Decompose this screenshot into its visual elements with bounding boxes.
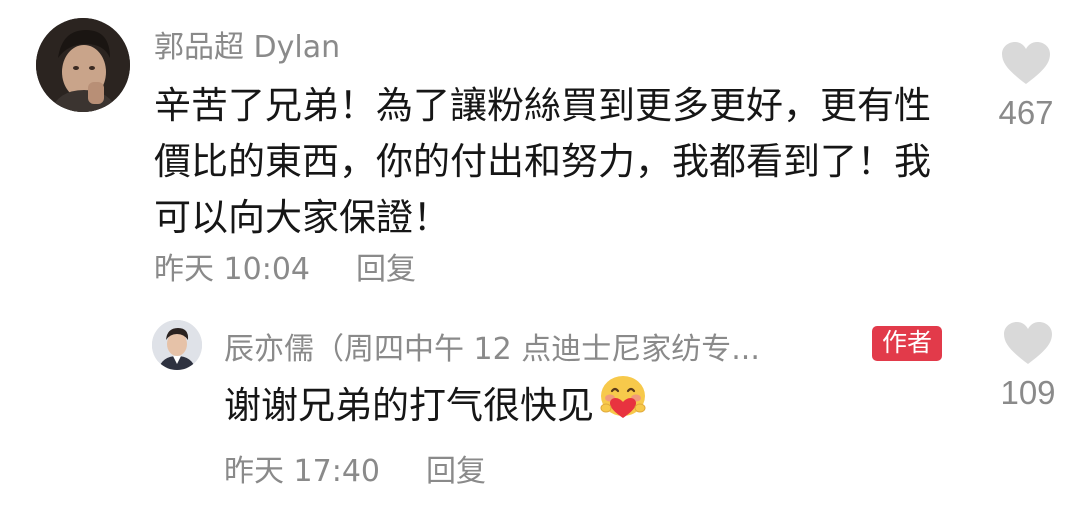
- smiling-face-with-heart-emoji-icon: [598, 374, 648, 436]
- comment-meta: 昨天 10:04 回复: [154, 244, 416, 288]
- comment-author[interactable]: 辰亦儒（周四中午 12 点迪士尼家纺专...: [224, 324, 760, 368]
- comment-author[interactable]: 郭品超 Dylan: [154, 22, 340, 66]
- like-count: 109: [1000, 374, 1056, 411]
- comment-text: 谢谢兄弟的打气很快见: [224, 375, 648, 436]
- like-count: 467: [998, 94, 1054, 131]
- avatar-photo-icon: [36, 18, 130, 112]
- author-badge: 作者: [872, 326, 943, 361]
- comment-timestamp: 昨天 10:04: [154, 252, 310, 287]
- comment-thread: 郭品超 Dylan 辛苦了兄弟！為了讓粉絲買到更多更好，更有性價比的東西，你的付…: [0, 0, 1080, 511]
- heart-icon: [1002, 42, 1050, 84]
- heart-icon: [1004, 322, 1052, 364]
- like-button[interactable]: 467: [986, 40, 1066, 132]
- comment-timestamp: 昨天 17:40: [224, 454, 380, 489]
- reply-item: 辰亦儒（周四中午 12 点迪士尼家纺专... 作者 谢谢兄弟的打气很快见 昨天 …: [152, 318, 1066, 498]
- reply-button[interactable]: 回复: [426, 454, 486, 489]
- comment-item: 郭品超 Dylan 辛苦了兄弟！為了讓粉絲買到更多更好，更有性價比的東西，你的付…: [36, 18, 1066, 298]
- comment-text: 辛苦了兄弟！為了讓粉絲買到更多更好，更有性價比的東西，你的付出和努力，我都看到了…: [154, 84, 931, 239]
- avatar[interactable]: [36, 18, 130, 112]
- reply-button[interactable]: 回复: [356, 252, 416, 287]
- comment-text-content: 谢谢兄弟的打气很快见: [224, 384, 594, 427]
- avatar[interactable]: [152, 320, 202, 370]
- comment-meta: 昨天 17:40 回复: [224, 446, 486, 490]
- like-button[interactable]: 109: [988, 320, 1068, 412]
- avatar-photo-icon: [152, 320, 202, 370]
